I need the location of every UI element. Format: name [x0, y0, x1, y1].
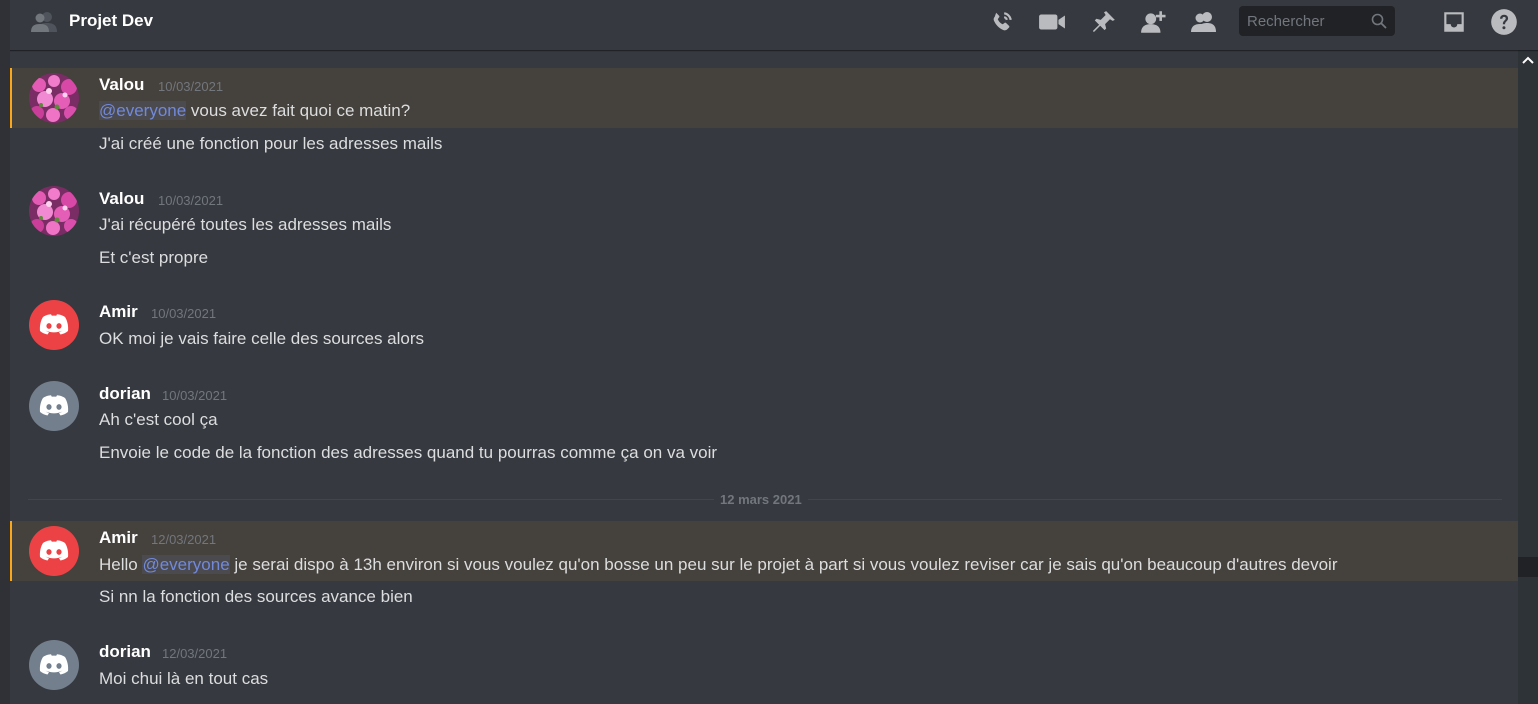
channel-title: Projet Dev [69, 11, 154, 30]
search-box[interactable] [1239, 6, 1395, 36]
message-text: Et c'est propre [99, 248, 209, 267]
message-text: Moi chui là en tout cas [99, 669, 269, 688]
message-text: Ah c'est cool ça [99, 410, 218, 429]
everyone-mention[interactable]: @everyone [142, 555, 230, 574]
discord-grey-avatar-icon [29, 381, 79, 431]
pinned-messages-button[interactable] [1090, 8, 1118, 36]
message-text: J'ai créé une fonction pour les adresses… [99, 134, 443, 153]
message-text: @everyone vous avez fait quoi ce matin? [99, 101, 410, 121]
scroll-up-button[interactable] [1518, 52, 1538, 68]
search-icon [1371, 13, 1387, 29]
scrollbar-track[interactable] [1518, 50, 1538, 704]
message-author[interactable]: dorian [99, 642, 151, 662]
members-icon [1191, 12, 1216, 32]
message-text-rest: je serai dispo à 13h environ si vous vou… [229, 555, 1338, 574]
message-author[interactable]: Valou [99, 189, 144, 209]
message-author[interactable]: dorian [99, 384, 151, 404]
avatar[interactable] [29, 186, 79, 236]
message-author[interactable]: Amir [99, 528, 138, 548]
pin-icon [1093, 11, 1115, 32]
message-list: Valou 10/03/2021 @everyone vous avez fai… [10, 50, 1518, 704]
message-text: J'ai récupéré toutes les adresses mails [99, 215, 392, 234]
inbox-button[interactable] [1440, 8, 1468, 36]
message-text: Envoie le code de la fonction des adress… [99, 443, 718, 462]
date-divider-label: 12 mars 2021 [714, 492, 808, 507]
server-sidebar-edge [0, 0, 10, 704]
video-icon [1039, 14, 1065, 30]
message-text-start: Hello [99, 555, 143, 574]
discord-grey-avatar-icon [29, 640, 79, 690]
add-member-icon [1141, 11, 1166, 33]
message-author[interactable]: Valou [99, 75, 144, 95]
add-friends-to-dm-button[interactable] [1140, 8, 1168, 36]
pink-flowers-avatar-image [29, 186, 79, 236]
discord-red-avatar-icon [29, 526, 79, 576]
call-icon [993, 12, 1012, 31]
inbox-icon [1444, 12, 1464, 32]
pink-flowers-avatar-image [29, 73, 79, 123]
avatar[interactable] [29, 526, 79, 576]
message-text-rest: vous avez fait quoi ce matin? [186, 101, 411, 120]
group-dm-icon [31, 12, 57, 32]
message-text: Hello @everyone je serai dispo à 13h env… [99, 555, 1338, 575]
message-timestamp: 10/03/2021 [151, 306, 217, 321]
discord-red-avatar-icon [29, 300, 79, 350]
chevron-up-icon [1522, 56, 1534, 64]
channel-header: Projet Dev [10, 0, 1538, 50]
message-author[interactable]: Amir [99, 302, 138, 322]
everyone-mention[interactable]: @everyone [99, 101, 187, 120]
start-voice-call-button[interactable] [988, 8, 1016, 36]
message-text: OK moi je vais faire celle des sources a… [99, 329, 425, 348]
message-text: Si nn la fonction des sources avance bie… [99, 587, 413, 606]
help-button[interactable] [1490, 8, 1518, 36]
member-list-button[interactable] [1190, 8, 1218, 36]
start-video-call-button[interactable] [1038, 8, 1066, 36]
search-input[interactable] [1239, 6, 1387, 36]
avatar[interactable] [29, 73, 79, 123]
avatar[interactable] [29, 381, 79, 431]
message-timestamp: 10/03/2021 [162, 388, 228, 403]
message-timestamp: 10/03/2021 [158, 79, 224, 94]
message-timestamp: 12/03/2021 [151, 532, 217, 547]
avatar[interactable] [29, 300, 79, 350]
scrollbar-thumb[interactable] [1518, 557, 1538, 577]
avatar[interactable] [29, 640, 79, 690]
message-timestamp: 12/03/2021 [162, 646, 228, 661]
help-icon [1491, 9, 1517, 35]
message-timestamp: 10/03/2021 [158, 193, 224, 208]
